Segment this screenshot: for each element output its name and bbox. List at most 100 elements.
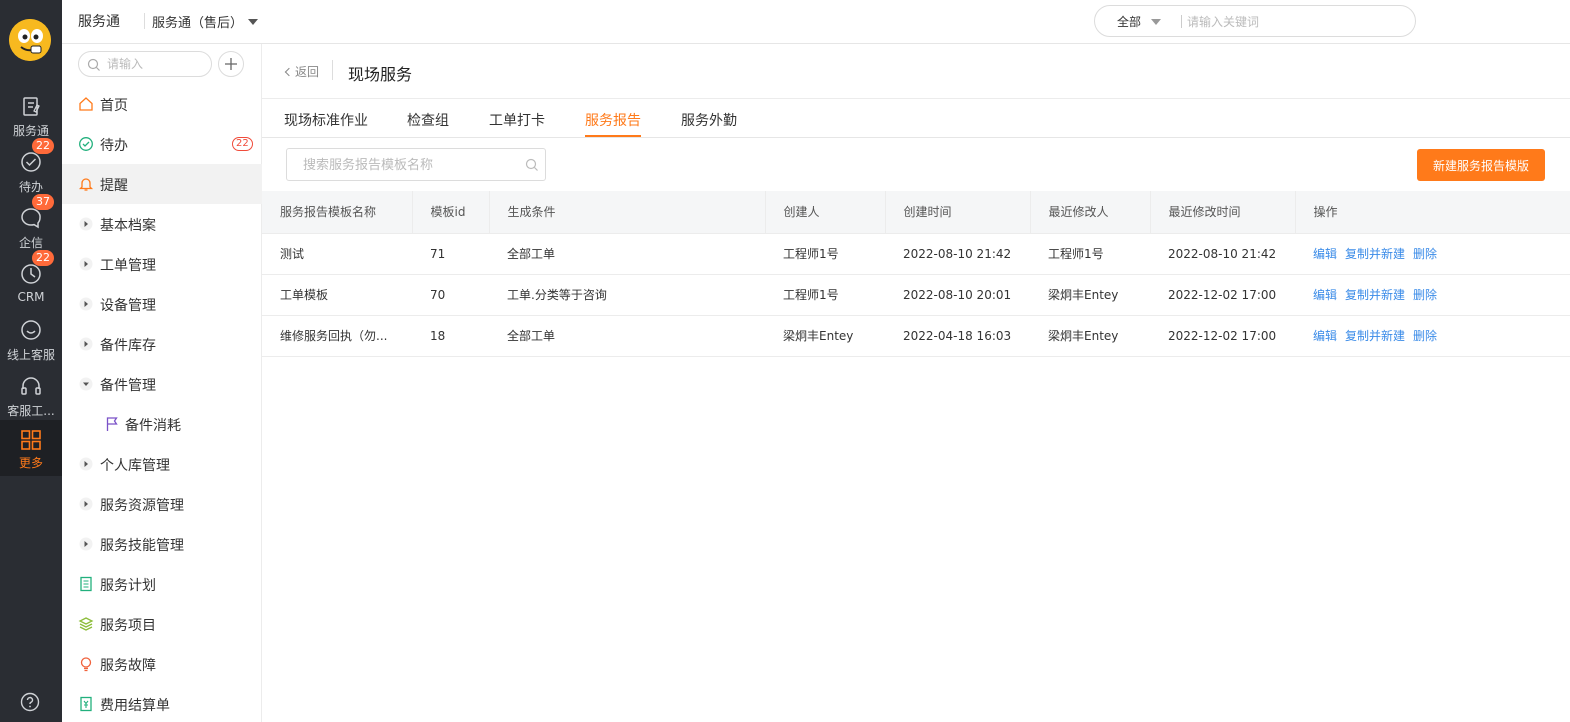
help-icon[interactable]: [20, 692, 40, 712]
sidebar-item-service-skills[interactable]: 服务技能管理: [62, 524, 262, 564]
tab-bar: 现场标准作业 检查组 工单打卡 服务报告 服务外勤: [262, 99, 1570, 138]
sidebar-item-service-items[interactable]: 服务项目: [62, 604, 262, 644]
rail-label: CRM: [17, 290, 45, 304]
caret-down-icon[interactable]: [248, 19, 258, 25]
delete-link[interactable]: 删除: [1413, 247, 1437, 261]
sidebar: 首页 待办 22 提醒 基本档案 工单管理 设备管理 备件库存 备: [62, 44, 262, 722]
sidebar-item-service-plan[interactable]: 服务计划: [62, 564, 262, 604]
sidebar-item-work-orders[interactable]: 工单管理: [62, 244, 262, 284]
table-cell: 维修服务回执（勿...: [262, 315, 412, 357]
divider: [332, 60, 333, 80]
sidebar-item-label: 备件消耗: [125, 418, 181, 434]
table-cell: 全部工单: [489, 315, 765, 357]
column-header[interactable]: 创建人: [765, 191, 886, 234]
back-link[interactable]: 返回: [284, 63, 319, 80]
tab-field-attendance[interactable]: 服务外勤: [681, 110, 737, 130]
sidebar-item-parts-consumption[interactable]: 备件消耗: [62, 404, 262, 444]
tab-order-checkin[interactable]: 工单打卡: [489, 110, 545, 130]
rail-label: 客服工...: [7, 404, 55, 418]
column-header[interactable]: 生成条件: [489, 191, 766, 234]
column-header[interactable]: 模板id: [412, 191, 490, 234]
copy-and-create-link[interactable]: 复制并新建: [1345, 288, 1405, 302]
table-cell: 2022-12-02 17:00: [1150, 274, 1295, 316]
search-scope-select[interactable]: 全部: [1117, 13, 1141, 30]
tab-service-reports[interactable]: 服务报告: [585, 110, 641, 130]
table-row: 测试 71 全部工单 工程师1号 2022-08-10 21:42 工程师1号 …: [262, 233, 1570, 275]
table-cell: 工程师1号: [1030, 233, 1150, 275]
global-search: 全部: [1094, 5, 1416, 37]
rail-item-more[interactable]: 更多: [0, 420, 62, 476]
rail-label: 线上客服: [6, 348, 55, 362]
row-actions: 编辑 复制并新建 删除: [1295, 315, 1570, 357]
edit-link[interactable]: 编辑: [1313, 247, 1337, 261]
sidebar-item-label: 备件管理: [100, 378, 156, 394]
sidebar-item-label: 个人库管理: [100, 458, 170, 474]
column-header[interactable]: 最近修改时间: [1150, 191, 1296, 234]
tab-inspection-groups[interactable]: 检查组: [407, 110, 449, 130]
rail-item-online-support[interactable]: 线上客服: [0, 316, 62, 372]
edit-link[interactable]: 编辑: [1313, 329, 1337, 343]
column-header[interactable]: 最近修改人: [1030, 191, 1151, 234]
plus-icon: [225, 58, 237, 70]
sidebar-item-parts-stock[interactable]: 备件库存: [62, 324, 262, 364]
new-report-template-button[interactable]: 新建服务报告模版: [1417, 149, 1545, 181]
grid-icon: [21, 430, 41, 450]
sidebar-item-settlement[interactable]: 费用结算单: [62, 684, 262, 722]
rail-item-service[interactable]: 服务通: [0, 92, 62, 148]
sidebar-search-input[interactable]: [107, 55, 207, 73]
rail-badge: 22: [32, 250, 54, 266]
sidebar-item-service-faults[interactable]: 服务故障: [62, 644, 262, 684]
sidebar-item-label: 服务计划: [100, 578, 156, 594]
divider: [1181, 15, 1182, 28]
rail-item-messaging[interactable]: 37 企信: [0, 194, 62, 260]
column-header: 操作: [1295, 191, 1570, 234]
column-header[interactable]: 创建时间: [885, 191, 1031, 234]
sidebar-item-home[interactable]: 首页: [62, 84, 262, 124]
table-cell: 梁炯丰Entey: [1030, 274, 1150, 316]
sidebar-item-reminder[interactable]: 提醒: [62, 164, 262, 204]
template-search-input[interactable]: [303, 156, 513, 174]
receipt-icon: [80, 696, 92, 712]
copy-and-create-link[interactable]: 复制并新建: [1345, 247, 1405, 261]
caret-right-icon: [79, 457, 93, 471]
delete-link[interactable]: 删除: [1413, 329, 1437, 343]
sidebar-item-label: 服务资源管理: [100, 498, 184, 514]
template-search: [286, 148, 546, 181]
table-cell: 测试: [262, 233, 412, 275]
table-cell: 2022-04-18 16:03: [885, 315, 1030, 357]
copy-and-create-link[interactable]: 复制并新建: [1345, 329, 1405, 343]
active-tab-indicator: [585, 135, 641, 137]
search-icon[interactable]: [525, 158, 539, 172]
add-button[interactable]: [218, 51, 244, 77]
global-search-input[interactable]: [1187, 12, 1407, 32]
caret-right-icon: [79, 297, 93, 311]
sidebar-item-service-resources[interactable]: 服务资源管理: [62, 484, 262, 524]
sidebar-item-label: 备件库存: [100, 338, 156, 354]
sidebar-item-parts-management[interactable]: 备件管理: [62, 364, 262, 404]
divider: [144, 13, 145, 29]
sidebar-item-basic-records[interactable]: 基本档案: [62, 204, 262, 244]
caret-down-icon[interactable]: [1151, 19, 1161, 25]
clipboard-icon: [23, 97, 40, 116]
sidebar-item-equipment[interactable]: 设备管理: [62, 284, 262, 324]
layers-icon: [78, 617, 94, 631]
sidebar-item-label: 工单管理: [100, 258, 156, 274]
sidebar-search: [78, 51, 212, 77]
sidebar-item-personal-stock[interactable]: 个人库管理: [62, 444, 262, 484]
sidebar-item-label: 设备管理: [100, 298, 156, 314]
rail-label: 服务通: [12, 124, 49, 138]
delete-link[interactable]: 删除: [1413, 288, 1437, 302]
rail-item-todo[interactable]: 22 待办: [0, 138, 62, 204]
app-switcher[interactable]: 服务通（售后）: [152, 12, 243, 31]
sidebar-item-label: 提醒: [100, 178, 128, 194]
edit-link[interactable]: 编辑: [1313, 288, 1337, 302]
app-logo[interactable]: [9, 19, 51, 61]
rail-item-crm[interactable]: 22 CRM: [0, 250, 62, 316]
table-cell: 18: [412, 315, 489, 357]
sidebar-item-todo[interactable]: 待办 22: [62, 124, 262, 164]
table-cell: 梁炯丰Entey: [1030, 315, 1150, 357]
tab-standard-operations[interactable]: 现场标准作业: [284, 110, 368, 130]
column-header[interactable]: 服务报告模板名称: [262, 191, 413, 234]
table-cell: 梁炯丰Entey: [765, 315, 885, 357]
sidebar-item-label: 基本档案: [100, 218, 156, 234]
